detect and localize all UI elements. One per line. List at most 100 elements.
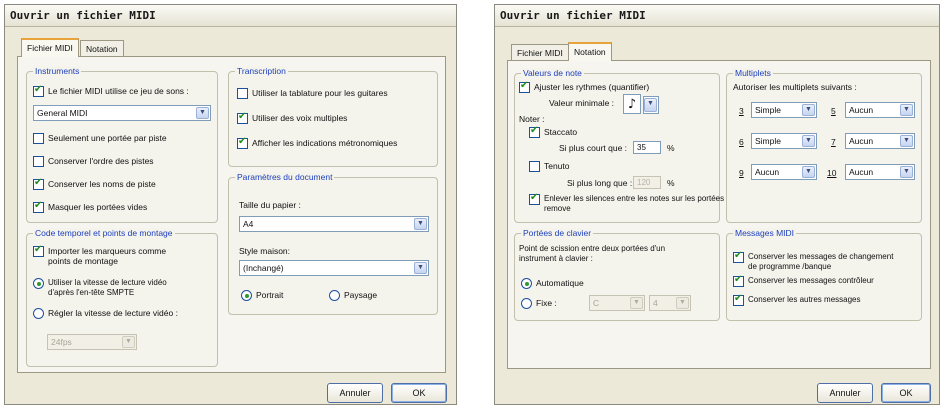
fixed-note-select[interactable]: C ▼: [589, 295, 645, 311]
portrait-label: Portrait: [256, 290, 284, 300]
chevron-down-icon: ▼: [122, 336, 135, 348]
tenuto-input[interactable]: 120: [633, 176, 661, 189]
staccato-percent: %: [667, 143, 675, 153]
set-speed-radio[interactable]: [33, 308, 44, 319]
group-timecode-label: Code temporel et points de montage: [33, 228, 175, 238]
landscape-radio[interactable]: [329, 290, 340, 301]
chevron-down-icon: ▼: [802, 104, 815, 116]
hide-empty-checkbox[interactable]: [33, 201, 44, 213]
one-staff-checkbox[interactable]: [33, 133, 44, 144]
title-bar: Ouvrir un fichier MIDI: [495, 5, 939, 27]
paper-select[interactable]: A4 ▼: [239, 216, 429, 232]
group-transcription-label: Transcription: [235, 66, 288, 76]
set-speed-label: Régler la vitesse de lecture vidéo :: [48, 308, 178, 318]
tuplet-value: Aucun: [849, 105, 874, 115]
hide-empty-label: Masquer les portées vides: [48, 202, 148, 212]
tuplet-select-6[interactable]: Simple ▼: [751, 133, 817, 149]
ok-button[interactable]: OK: [391, 383, 447, 403]
keep-names-label: Conserver les noms de piste: [48, 179, 156, 189]
group-timecode: Code temporel et points de montage Impor…: [26, 228, 218, 367]
fixed-split-label: Fixe :: [536, 298, 557, 308]
auto-split-radio[interactable]: [521, 278, 532, 289]
use-header-speed-label: Utiliser la vitesse de lecture vidéo d'a…: [48, 278, 167, 298]
cancel-button[interactable]: Annuler: [817, 383, 873, 403]
tuplet-number: 7: [831, 137, 836, 147]
guitar-tab-label: Utiliser la tablature pour les guitares: [252, 88, 388, 98]
metronome-checkbox[interactable]: [237, 137, 248, 149]
use-soundset-checkbox[interactable]: [33, 85, 44, 97]
tuplet-number: 10: [827, 168, 837, 178]
tab-pane: Instruments Le fichier MIDI utilise ce j…: [17, 56, 446, 373]
fixed-octave-select[interactable]: 4 ▼: [649, 295, 691, 311]
chevron-down-icon: ▼: [630, 297, 643, 309]
quantize-checkbox[interactable]: [519, 81, 530, 93]
group-document: Paramètres du document Taille du papier …: [228, 172, 438, 315]
title-bar: Ouvrir un fichier MIDI: [5, 5, 456, 27]
min-value-label: Valeur minimale :: [549, 98, 615, 108]
fixed-octave-value: 4: [653, 298, 658, 308]
notate-label: Noter :: [519, 114, 545, 124]
tuplet-select-3[interactable]: Simple ▼: [751, 102, 817, 118]
chevron-down-icon: ▼: [414, 218, 427, 230]
use-header-speed-radio[interactable]: [33, 278, 44, 289]
cancel-button[interactable]: Annuler: [327, 383, 383, 403]
group-midi-messages-label: Messages MIDI: [733, 228, 797, 238]
staccato-checkbox[interactable]: [529, 126, 540, 138]
keep-order-checkbox[interactable]: [33, 156, 44, 167]
staccato-input[interactable]: 35: [633, 141, 661, 154]
import-markers-checkbox[interactable]: [33, 245, 44, 257]
guitar-tab-checkbox[interactable]: [237, 88, 248, 99]
remove-rests-line-2: remove: [544, 204, 571, 213]
keep-program-checkbox[interactable]: [733, 251, 744, 263]
tuplet-number: 3: [739, 106, 744, 116]
tuplet-number: 6: [739, 137, 744, 147]
group-instruments: Instruments Le fichier MIDI utilise ce j…: [26, 66, 218, 223]
chevron-down-icon: ▼: [802, 166, 815, 178]
paper-value: A4: [243, 219, 254, 229]
keep-other-checkbox[interactable]: [733, 294, 744, 306]
tab-midi-file[interactable]: Fichier MIDI: [21, 38, 79, 57]
group-note-values-label: Valeurs de note: [521, 68, 584, 78]
keep-controller-label: Conserver les messages contrôleur: [748, 276, 874, 285]
tuplet-select-9[interactable]: Aucun ▼: [751, 164, 817, 180]
keep-program-line-2: de programme /banque: [748, 262, 832, 271]
group-tuplets: Multiplets Autoriser les multiplets suiv…: [726, 68, 922, 223]
staccato-label: Staccato: [544, 127, 578, 137]
keep-controller-checkbox[interactable]: [733, 275, 744, 287]
multi-voices-label: Utiliser des voix multiples: [252, 113, 348, 123]
multi-voices-checkbox[interactable]: [237, 112, 248, 124]
tuplet-number: 5: [831, 106, 836, 116]
keep-names-checkbox[interactable]: [33, 178, 44, 190]
min-value-select[interactable]: ▼: [643, 96, 659, 114]
remove-rests-checkbox[interactable]: [529, 193, 540, 205]
tenuto-percent: %: [667, 178, 675, 188]
import-markers-line-2: points de montage: [48, 256, 118, 266]
import-markers-label: Importer les marqueurs comme points de m…: [48, 246, 166, 266]
soundset-select[interactable]: General MIDI ▼: [33, 105, 211, 121]
dialog-midi-file-tab: Ouvrir un fichier MIDI Fichier MIDI Nota…: [4, 4, 457, 405]
tab-notation[interactable]: Notation: [568, 42, 612, 61]
tuplet-select-10[interactable]: Aucun ▼: [845, 164, 915, 180]
tuplets-allow-label: Autoriser les multiplets suivants :: [733, 82, 857, 92]
soundset-value: General MIDI: [37, 108, 88, 118]
chevron-down-icon: ▼: [900, 104, 913, 116]
group-tuplets-label: Multiplets: [733, 68, 773, 78]
tenuto-checkbox[interactable]: [529, 161, 540, 172]
split-line-2: instrument à clavier :: [519, 254, 593, 263]
keep-program-line-1: Conserver les messages de changement: [748, 252, 894, 261]
tuplet-select-5[interactable]: Aucun ▼: [845, 102, 915, 118]
group-note-values: Valeurs de note Ajuster les rythmes (qua…: [514, 68, 776, 223]
tuplet-select-7[interactable]: Aucun ▼: [845, 133, 915, 149]
portrait-radio[interactable]: [241, 290, 252, 301]
tuplet-number: 9: [739, 168, 744, 178]
fixed-split-radio[interactable]: [521, 298, 532, 309]
chevron-down-icon: ▼: [900, 166, 913, 178]
fps-select[interactable]: 24fps ▼: [47, 334, 137, 350]
split-line-1: Point de scission entre deux portées d'u…: [519, 244, 666, 253]
use-soundset-label: Le fichier MIDI utilise ce jeu de sons :: [48, 86, 189, 96]
house-style-select[interactable]: (Inchangé) ▼: [239, 260, 429, 276]
group-transcription: Transcription Utiliser la tablature pour…: [228, 66, 438, 167]
eighth-note-icon[interactable]: ♪: [623, 94, 641, 114]
dialog-title: Ouvrir un fichier MIDI: [10, 9, 156, 22]
ok-button[interactable]: OK: [881, 383, 931, 403]
